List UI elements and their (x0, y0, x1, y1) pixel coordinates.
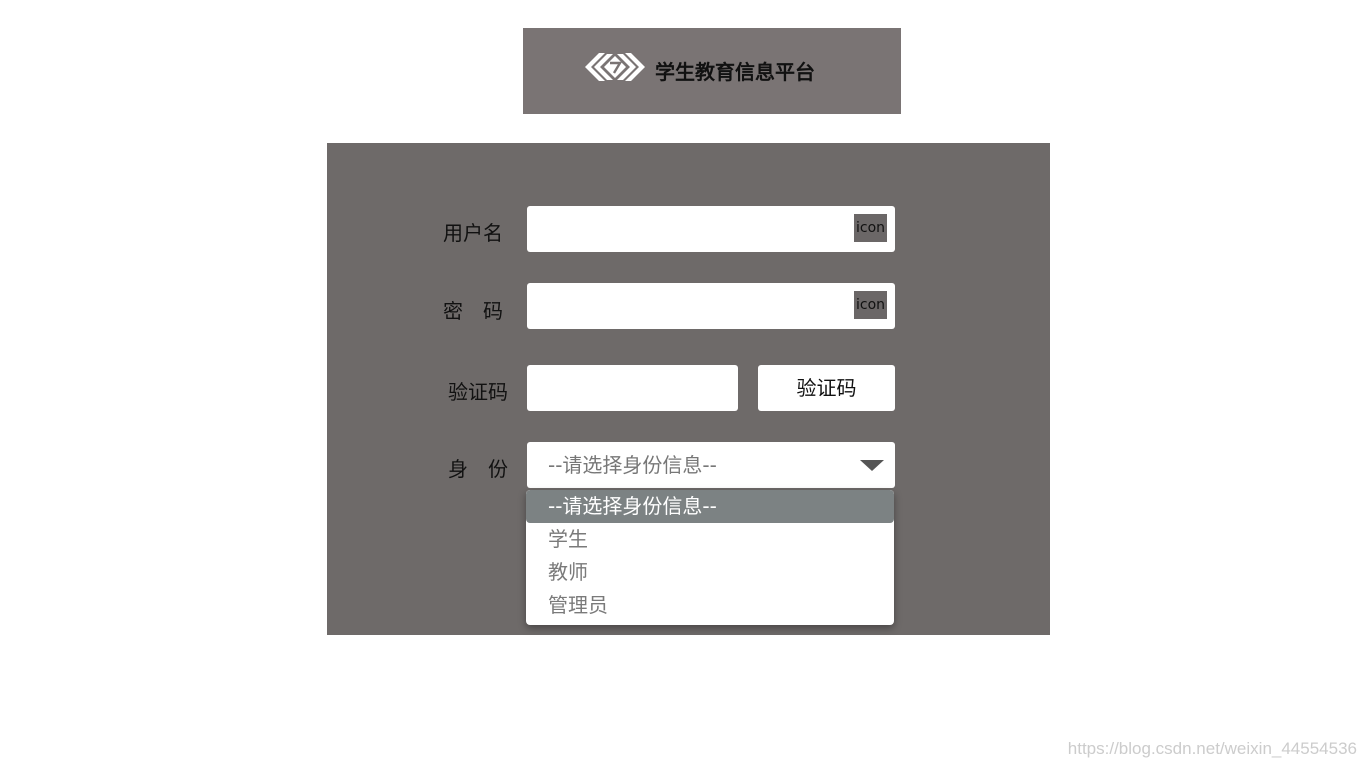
username-label: 用户名 (443, 221, 503, 245)
role-option-placeholder[interactable]: --请选择身份信息-- (526, 490, 894, 523)
role-select-value: --请选择身份信息-- (548, 453, 717, 477)
password-label: 密 码 (443, 299, 503, 323)
role-option-teacher[interactable]: 教师 (526, 556, 894, 589)
username-input[interactable] (527, 206, 895, 252)
role-option-student[interactable]: 学生 (526, 523, 894, 556)
diamond-logo-icon (585, 53, 645, 81)
captcha-input[interactable] (527, 365, 738, 411)
login-panel: 用户名 icon 密 码 icon 验证码 验证码 身 份 --请选择身份信息-… (327, 143, 1050, 635)
role-dropdown: --请选择身份信息-- 学生 教师 管理员 (526, 490, 894, 625)
password-input[interactable] (527, 283, 895, 329)
watermark: https://blog.csdn.net/weixin_44554536 (1067, 739, 1357, 758)
role-select[interactable]: --请选择身份信息-- (527, 442, 895, 488)
role-label: 身 份 (448, 457, 508, 481)
role-option-admin[interactable]: 管理员 (526, 589, 894, 622)
chevron-down-icon[interactable] (860, 460, 884, 471)
captcha-button[interactable]: 验证码 (758, 365, 895, 411)
password-icon: icon (854, 291, 887, 319)
header-banner: 学生教育信息平台 (523, 28, 901, 114)
captcha-label: 验证码 (448, 380, 508, 404)
platform-title: 学生教育信息平台 (655, 60, 815, 84)
username-icon: icon (854, 214, 887, 242)
